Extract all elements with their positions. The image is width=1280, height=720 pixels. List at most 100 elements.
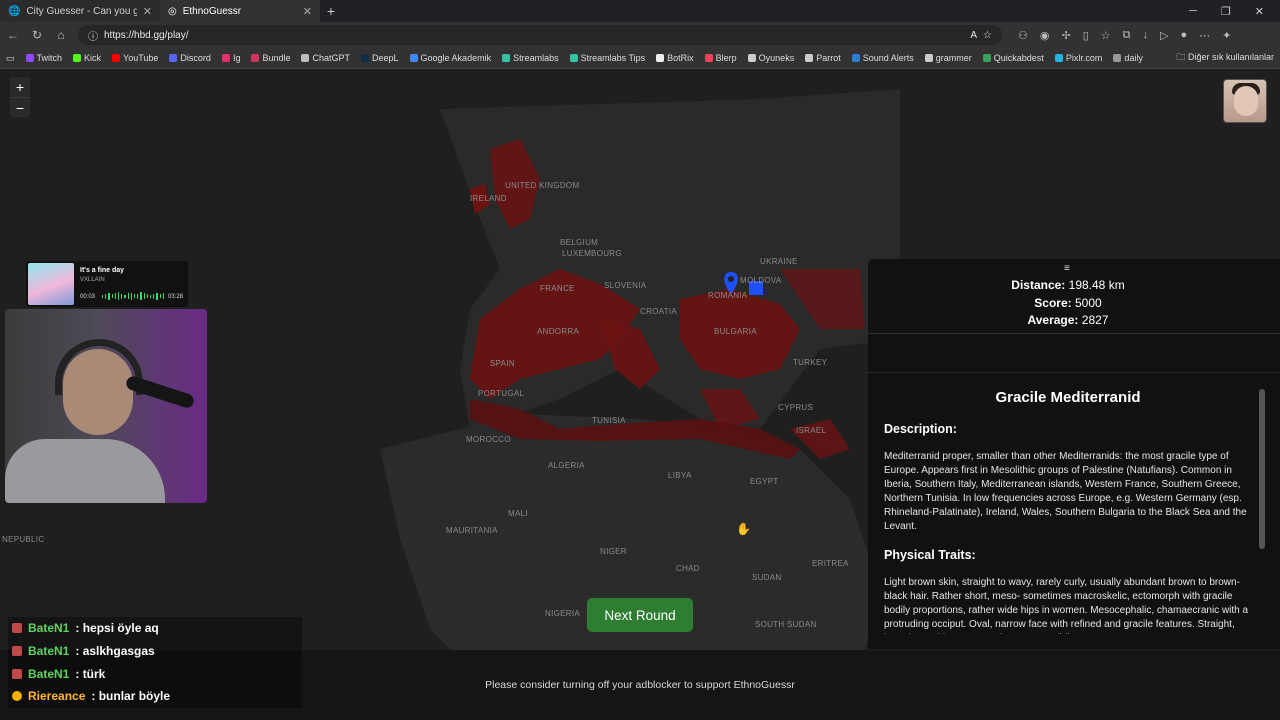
map-label: CYPRUS bbox=[778, 403, 814, 412]
bookmark-daily[interactable]: daily bbox=[1113, 53, 1143, 63]
map-label: LIBYA bbox=[668, 471, 692, 480]
type-info: Gracile Mediterranid Description: Medite… bbox=[884, 389, 1252, 648]
bookmark-google-akademik[interactable]: Google Akademik bbox=[409, 53, 492, 63]
back-icon[interactable]: ← bbox=[6, 28, 20, 42]
song-title: It's a fine day bbox=[80, 267, 125, 274]
favorites-icon[interactable]: ☆ bbox=[1101, 29, 1111, 42]
chat-username: BateN1 bbox=[28, 666, 70, 681]
new-tab-button[interactable]: + bbox=[320, 3, 342, 19]
result-panel: ≡ Distance: 198.48 km Score: 5000 Averag… bbox=[868, 259, 1280, 649]
bookmark-oyuneks[interactable]: Oyuneks bbox=[747, 53, 795, 63]
score-label: Score: bbox=[1034, 295, 1072, 310]
webcam-overlay bbox=[5, 309, 207, 503]
bookmark-label: Google Akademik bbox=[420, 53, 492, 63]
bookmark-chatgpt[interactable]: ChatGPT bbox=[301, 53, 350, 63]
bookmark-sound-alerts[interactable]: Sound Alerts bbox=[851, 53, 914, 63]
drag-handle-icon[interactable]: ≡ bbox=[1064, 263, 1070, 274]
share-icon[interactable]: ▷ bbox=[1160, 29, 1168, 42]
bookmark-pixlr-com[interactable]: Pixlr.com bbox=[1054, 53, 1102, 63]
bookmark-youtube[interactable]: YouTube bbox=[112, 53, 158, 63]
bookmark-favicon-icon bbox=[982, 54, 991, 62]
reload-icon[interactable]: ↻ bbox=[30, 28, 44, 42]
map-label: MOLDOVA bbox=[740, 276, 782, 285]
chat-text: : aslkhgasgas bbox=[75, 644, 155, 659]
distance-label: Distance: bbox=[1011, 278, 1066, 292]
home-icon[interactable]: ⌂ bbox=[54, 28, 68, 42]
bookmark-deepl[interactable]: DeepL bbox=[361, 53, 399, 63]
close-tab-icon[interactable]: ✕ bbox=[303, 5, 312, 18]
user-avatar[interactable] bbox=[1223, 79, 1267, 123]
map-label: MOROCCO bbox=[466, 435, 511, 444]
tab-city-guesser[interactable]: 🌐 City Guesser - Can you guess wh… ✕ bbox=[0, 0, 160, 22]
tab-title: EthnoGuessr bbox=[182, 5, 242, 17]
zoom-out-button[interactable]: − bbox=[10, 97, 30, 117]
traits-text: Light brown skin, straight to wavy, rare… bbox=[884, 577, 1249, 634]
bookmark-quickabdest[interactable]: Quickabdest bbox=[982, 53, 1044, 63]
map-label: NEPUBLIC bbox=[2, 535, 45, 544]
url-input[interactable]: ⓘ https://hbd.gg/play/ A ☆ bbox=[78, 25, 1002, 45]
minimize-icon[interactable]: ─ bbox=[1189, 5, 1197, 18]
map-label: PORTUGAL bbox=[478, 389, 525, 398]
more-icon[interactable]: ⋯ bbox=[1199, 29, 1210, 42]
divider bbox=[868, 333, 1280, 334]
map-label: NIGER bbox=[600, 547, 627, 556]
extension-icon[interactable]: ⚇ bbox=[1018, 29, 1028, 42]
bookmark-botrix[interactable]: BotRix bbox=[656, 53, 694, 63]
map-label: SPAIN bbox=[490, 359, 515, 368]
bookmark-bundle[interactable]: Bundle bbox=[251, 53, 290, 63]
collections-icon[interactable]: ⧉ bbox=[1123, 29, 1131, 42]
bookmark-streamlabs[interactable]: Streamlabs bbox=[502, 53, 559, 63]
scrollbar[interactable] bbox=[1259, 389, 1265, 549]
bookmarks-menu-icon[interactable]: ▭ bbox=[6, 53, 15, 64]
bookmark-twitch[interactable]: Twitch bbox=[25, 53, 63, 63]
bookmark-favicon-icon bbox=[502, 54, 511, 62]
bookmark-label: Bundle bbox=[262, 53, 291, 63]
chat-overlay: BateN1: hepsi öyle aq BateN1: aslkhgasgas… bbox=[8, 617, 302, 708]
average-value: 2827 bbox=[1081, 313, 1109, 327]
chat-username: Riereance bbox=[28, 689, 86, 704]
round-stats: Distance: 198.48 km Score: 5000 Average:… bbox=[868, 277, 1268, 330]
bookmark-label: Streamlabs Tips bbox=[580, 53, 646, 63]
read-aloud-icon[interactable]: A bbox=[970, 30, 977, 41]
info-icon[interactable]: ⓘ bbox=[88, 28, 98, 43]
traits-heading: Physical Traits: bbox=[884, 548, 976, 562]
downloads-icon[interactable]: ↓ bbox=[1143, 29, 1149, 42]
score-value: 5000 bbox=[1075, 295, 1102, 310]
close-window-icon[interactable]: ✕ bbox=[1255, 5, 1264, 18]
puzzle-icon[interactable]: ✢ bbox=[1061, 29, 1070, 42]
bookmark-label: Oyuneks bbox=[758, 53, 795, 63]
bookmark-parrot[interactable]: Parrot bbox=[805, 53, 841, 63]
chat-message: Riereance: bunlar böyle bbox=[8, 685, 302, 708]
bookmark-label: Parrot bbox=[816, 53, 841, 63]
bookmark-grammer[interactable]: grammer bbox=[924, 53, 972, 63]
bookmark-label: daily bbox=[1124, 53, 1143, 63]
split-screen-icon[interactable]: ▯ bbox=[1083, 29, 1089, 42]
bookmark-ig[interactable]: Ig bbox=[221, 53, 240, 63]
favorite-star-icon[interactable]: ☆ bbox=[983, 30, 992, 41]
bookmark-streamlabs-tips[interactable]: Streamlabs Tips bbox=[569, 53, 646, 63]
bookmark-label: Twitch bbox=[36, 53, 63, 63]
maximize-icon[interactable]: ❐ bbox=[1221, 5, 1231, 18]
folder-icon: 🗀 bbox=[1176, 52, 1186, 62]
close-tab-icon[interactable]: ✕ bbox=[143, 5, 152, 18]
copilot-icon[interactable]: ✦ bbox=[1222, 29, 1231, 42]
bookmark-blerp[interactable]: Blerp bbox=[704, 53, 737, 63]
bookmark-label: Streamlabs bbox=[513, 53, 559, 63]
bookmark-kick[interactable]: Kick bbox=[73, 53, 101, 63]
tab-title: City Guesser - Can you guess wh… bbox=[26, 5, 137, 17]
tab-strip: 🌐 City Guesser - Can you guess wh… ✕ ◎ E… bbox=[0, 0, 1280, 22]
average-label: Average: bbox=[1027, 313, 1079, 327]
extension-icon[interactable]: ◉ bbox=[1040, 29, 1050, 42]
tab-ethnoguessr[interactable]: ◎ EthnoGuessr ✕ bbox=[160, 0, 320, 22]
zoom-in-button[interactable]: + bbox=[10, 77, 30, 97]
profile-icon[interactable]: ● bbox=[1180, 29, 1187, 42]
map-label: CHAD bbox=[676, 564, 700, 573]
next-round-button[interactable]: Next Round bbox=[587, 598, 693, 632]
zoom-control: + − bbox=[10, 77, 30, 117]
bookmark-favicon-icon bbox=[301, 54, 310, 62]
bookmark-favicon-icon bbox=[409, 54, 418, 62]
bookmark-folder-other[interactable]: 🗀 Diğer sık kullanılanlar bbox=[1176, 50, 1274, 66]
bookmark-favicon-icon bbox=[221, 54, 230, 62]
bookmark-discord[interactable]: Discord bbox=[169, 53, 211, 63]
distance-value: 198.48 km bbox=[1068, 278, 1125, 292]
